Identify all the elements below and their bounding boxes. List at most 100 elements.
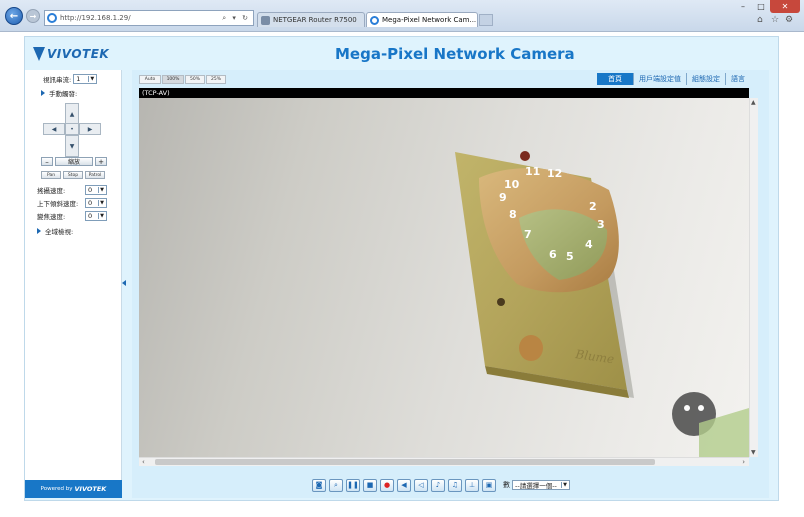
manual-trigger-row[interactable]: 手動觸發: xyxy=(41,88,77,98)
menu-home[interactable]: 首頁 xyxy=(597,73,633,85)
stream-select[interactable]: 1 ▼ xyxy=(73,74,98,84)
global-view-label: 全域檢視: xyxy=(45,228,74,236)
vivotek-logo: VIVOTEK xyxy=(33,43,123,65)
size-100-button[interactable]: 100% xyxy=(162,75,184,84)
stream-header: (TCP-AV) xyxy=(139,88,749,98)
tilt-speed-label: 上下傾斜速度: xyxy=(37,200,79,208)
zoom-speed-row: 變焦速度: 0 ▼ xyxy=(37,211,107,221)
right-arrow-icon: ▶ xyxy=(87,125,93,133)
mic-mute-icon: ♫ xyxy=(451,481,459,489)
powered-by-logo: VIVOTEK xyxy=(74,485,107,493)
ptz-down-button[interactable]: ▼ xyxy=(65,135,79,157)
zoom-speed-label: 變焦速度: xyxy=(37,213,66,221)
menu-language[interactable]: 語言 xyxy=(725,73,750,85)
horizontal-scrollbar[interactable]: ‹ › xyxy=(139,457,749,466)
browser-chrome: ← → http://192.168.1.29/ ⌕ ▾ ↻ NETGEAR R… xyxy=(0,0,804,32)
ptz-direction-pad: ▲ ▼ ◀ ▶ • xyxy=(43,103,103,157)
stop-button[interactable]: Stop xyxy=(63,171,83,179)
ie-favicon-icon xyxy=(370,15,379,25)
close-window-button[interactable]: ✕ xyxy=(770,0,800,13)
address-tools-icons[interactable]: ⌕ ▾ ↻ xyxy=(222,14,253,23)
stop-icon: ■ xyxy=(366,481,374,489)
size-50-button[interactable]: 50% xyxy=(185,75,205,84)
svg-text:2: 2 xyxy=(589,200,597,213)
zoom-out-button[interactable]: – xyxy=(41,157,53,166)
address-url[interactable]: http://192.168.1.29/ xyxy=(60,14,222,22)
expand-arrow-icon xyxy=(41,90,45,96)
volume-button[interactable]: ◀ xyxy=(397,478,411,492)
patrol-button[interactable]: Patrol xyxy=(85,171,105,179)
up-arrow-icon: ▲ xyxy=(69,110,75,118)
svg-text:3: 3 xyxy=(597,218,605,231)
tilt-speed-row: 上下傾斜速度: 0 ▼ xyxy=(37,198,107,208)
stream-value: 1 xyxy=(76,75,81,83)
favorites-star-icon[interactable]: ☆ xyxy=(771,15,779,25)
expand-arrow-icon xyxy=(37,228,41,234)
size-25-button[interactable]: 25% xyxy=(206,75,226,84)
svg-text:10: 10 xyxy=(504,178,520,191)
talk-button[interactable]: ♪ xyxy=(431,478,445,492)
powered-by-text: Powered by xyxy=(40,486,73,492)
size-auto-button[interactable]: Auto xyxy=(139,75,161,84)
record-button[interactable]: ● xyxy=(380,478,394,492)
record-icon: ● xyxy=(383,481,391,489)
home-icon[interactable]: ⌂ xyxy=(757,15,763,25)
global-view-row[interactable]: 全域檢視: xyxy=(37,226,73,236)
collapse-sidebar-icon[interactable] xyxy=(122,280,126,286)
joystick-icon: ⊥ xyxy=(468,481,476,489)
ptz-home-button[interactable]: • xyxy=(65,123,79,135)
tilt-speed-value: 0 xyxy=(88,199,93,207)
address-bar[interactable]: http://192.168.1.29/ ⌕ ▾ ↻ xyxy=(44,10,254,26)
control-sidebar: 視訊串流: 1 ▼ 手動觸發: ▲ ▼ ◀ ▶ • – 縮放 + Pan Sto… xyxy=(25,70,122,498)
tab-netgear[interactable]: NETGEAR Router R7500 xyxy=(257,12,365,27)
tab-camera[interactable]: Mega-Pixel Network Cam... × xyxy=(366,12,478,27)
web-page: VIVOTEK Mega-Pixel Network Camera 視訊串流: … xyxy=(0,32,804,517)
svg-text:9: 9 xyxy=(499,191,507,204)
ptz-up-button[interactable]: ▲ xyxy=(65,103,79,125)
live-video-feed[interactable]: 10 11 12 2 3 4 5 6 7 8 9 Blume xyxy=(139,98,749,457)
tilt-speed-select[interactable]: 0 ▼ xyxy=(85,198,107,208)
tab-close-icon[interactable]: × xyxy=(476,16,477,25)
mute-button[interactable]: ◁ xyxy=(414,478,428,492)
maximize-button[interactable]: □ xyxy=(752,0,770,13)
stream-row: 視訊串流: 1 ▼ xyxy=(43,74,98,84)
digital-output-select[interactable]: --請選擇一個-- ▼ xyxy=(512,480,570,490)
speaker-mute-icon: ◁ xyxy=(418,481,424,489)
pan-button[interactable]: Pan xyxy=(41,171,61,179)
pan-speed-select[interactable]: 0 ▼ xyxy=(85,185,107,195)
gear-icon[interactable]: ⚙ xyxy=(785,15,793,25)
chevron-down-icon: ▼ xyxy=(98,200,104,206)
scroll-left-icon[interactable]: ‹ xyxy=(142,458,145,466)
vertical-scrollbar[interactable]: ▲ ▼ xyxy=(749,98,758,457)
zoom-speed-select[interactable]: 0 ▼ xyxy=(85,211,107,221)
digital-output-value: --請選擇一個-- xyxy=(515,482,557,490)
stop-video-button[interactable]: ■ xyxy=(363,478,377,492)
ptz-left-button[interactable]: ◀ xyxy=(43,123,65,135)
digital-zoom-button[interactable]: ⌕ xyxy=(329,478,343,492)
forward-button[interactable]: → xyxy=(26,9,40,23)
ptz-toggle-button[interactable]: ⊥ xyxy=(465,478,479,492)
netgear-favicon-icon xyxy=(261,15,270,25)
new-tab-button[interactable] xyxy=(479,14,493,26)
svg-text:11: 11 xyxy=(525,165,540,178)
scroll-up-icon[interactable]: ▲ xyxy=(751,99,756,106)
mic-mute-button[interactable]: ♫ xyxy=(448,478,462,492)
pan-speed-value: 0 xyxy=(88,186,93,194)
scrollbar-thumb[interactable] xyxy=(155,459,655,465)
menu-client-settings[interactable]: 用戶端設定值 xyxy=(633,73,686,85)
video-scene-image: 10 11 12 2 3 4 5 6 7 8 9 Blume xyxy=(455,151,749,457)
pause-button[interactable]: ❚❚ xyxy=(346,478,360,492)
scroll-right-icon[interactable]: › xyxy=(742,458,745,466)
back-button[interactable]: ← xyxy=(5,7,23,25)
minimize-button[interactable]: – xyxy=(734,0,752,13)
fullscreen-button[interactable]: ▣ xyxy=(482,478,496,492)
left-arrow-icon: ◀ xyxy=(51,125,57,133)
scroll-down-icon[interactable]: ▼ xyxy=(751,449,756,456)
snapshot-button[interactable]: ◙ xyxy=(312,478,326,492)
forward-arrow-icon: → xyxy=(29,11,37,21)
menu-configuration[interactable]: 組態設定 xyxy=(686,73,725,85)
ptz-right-button[interactable]: ▶ xyxy=(79,123,101,135)
zoom-in-button[interactable]: + xyxy=(95,157,107,166)
svg-text:4: 4 xyxy=(585,238,593,251)
pan-speed-row: 搖攝速度: 0 ▼ xyxy=(37,185,107,195)
